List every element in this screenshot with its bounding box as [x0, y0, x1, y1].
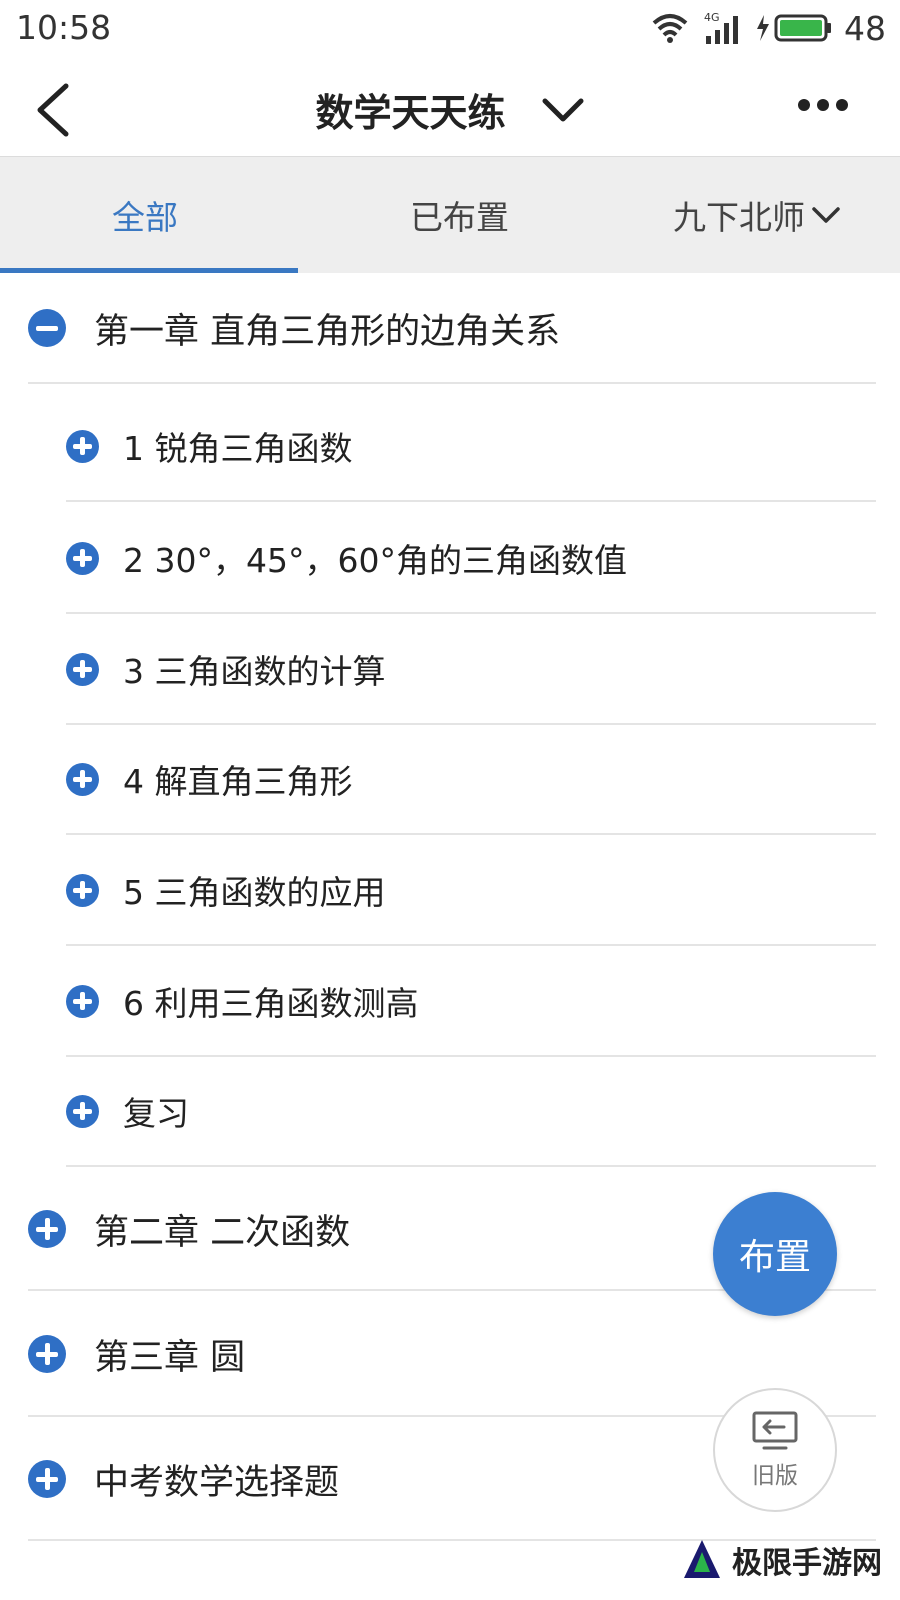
section-label: 6 利用三角函数测高 — [123, 984, 419, 1023]
section-item[interactable]: 3 三角函数的计算 — [66, 613, 876, 725]
divider — [28, 382, 876, 384]
expand-plus-icon[interactable] — [66, 873, 99, 907]
more-dots-icon — [798, 99, 848, 111]
wifi-icon — [652, 14, 688, 43]
expand-plus-icon[interactable] — [28, 1460, 66, 1498]
section-label: 3 三角函数的计算 — [123, 652, 386, 691]
more-options-button[interactable] — [796, 90, 850, 120]
section-item[interactable]: 6 利用三角函数测高 — [66, 945, 876, 1057]
chapter-label: 中考数学选择题 — [94, 1462, 340, 1503]
page-title: 数学天天练 — [315, 91, 506, 135]
filter-tabs: 全部 已布置 九下北师 — [0, 156, 900, 273]
chevron-down-icon — [542, 98, 584, 121]
expand-plus-icon[interactable] — [66, 984, 99, 1018]
monitor-back-icon — [752, 1411, 798, 1450]
expand-plus-icon[interactable] — [66, 1094, 99, 1128]
section-label: 1 锐角三角函数 — [123, 429, 353, 468]
assign-fab-button[interactable]: 布置 — [713, 1192, 837, 1316]
chapter-label: 第三章 圆 — [94, 1337, 246, 1378]
expand-plus-icon[interactable] — [66, 762, 99, 796]
network-type-label: 4G — [704, 11, 720, 24]
tab-assigned[interactable]: 已布置 — [410, 191, 509, 239]
battery-icon — [757, 14, 831, 42]
tab-all[interactable]: 全部 — [112, 191, 178, 239]
watermark: 极限手游网 — [680, 1538, 882, 1582]
cellular-signal-icon: 4G — [704, 11, 738, 44]
old-version-label: 旧版 — [752, 1463, 798, 1489]
expand-plus-icon[interactable] — [28, 1335, 66, 1373]
textbook-label: 九下北师 — [673, 198, 805, 237]
expand-plus-icon[interactable] — [66, 652, 99, 686]
chevron-down-icon — [812, 207, 840, 223]
app-header: 数学天天练 — [0, 56, 900, 156]
textbook-selector[interactable]: 九下北师 — [673, 191, 841, 239]
old-version-button[interactable]: 旧版 — [713, 1388, 837, 1512]
watermark-logo-icon — [684, 1540, 720, 1578]
section-item[interactable]: 复习 — [66, 1055, 876, 1167]
title-selector[interactable]: 数学天天练 — [0, 82, 900, 137]
section-item[interactable]: 2 30°，45°，60°角的三角函数值 — [66, 502, 876, 614]
battery-level: 48 — [844, 8, 886, 48]
collapse-minus-icon[interactable] — [28, 309, 66, 347]
section-item[interactable]: 5 三角函数的应用 — [66, 834, 876, 946]
expand-plus-icon[interactable] — [28, 1210, 66, 1248]
expand-plus-icon[interactable] — [66, 541, 99, 575]
status-time: 10:58 — [16, 8, 112, 47]
section-label: 5 三角函数的应用 — [123, 873, 386, 912]
section-label: 4 解直角三角形 — [123, 762, 353, 801]
chapter-label: 第二章 二次函数 — [94, 1212, 351, 1253]
section-label: 2 30°，45°，60°角的三角函数值 — [123, 541, 627, 580]
section-item[interactable]: 1 锐角三角函数 — [66, 390, 876, 502]
section-label: 复习 — [123, 1094, 189, 1133]
chapter-label: 第一章 直角三角形的边角关系 — [94, 311, 561, 352]
chapter-item[interactable]: 第一章 直角三角形的边角关系 — [28, 272, 876, 384]
status-bar: 10:58 4G 48 — [0, 0, 900, 56]
status-icons: 4G 48 — [650, 6, 886, 50]
section-item[interactable]: 4 解直角三角形 — [66, 723, 876, 835]
expand-plus-icon[interactable] — [66, 429, 99, 463]
watermark-text: 极限手游网 — [732, 1546, 882, 1581]
